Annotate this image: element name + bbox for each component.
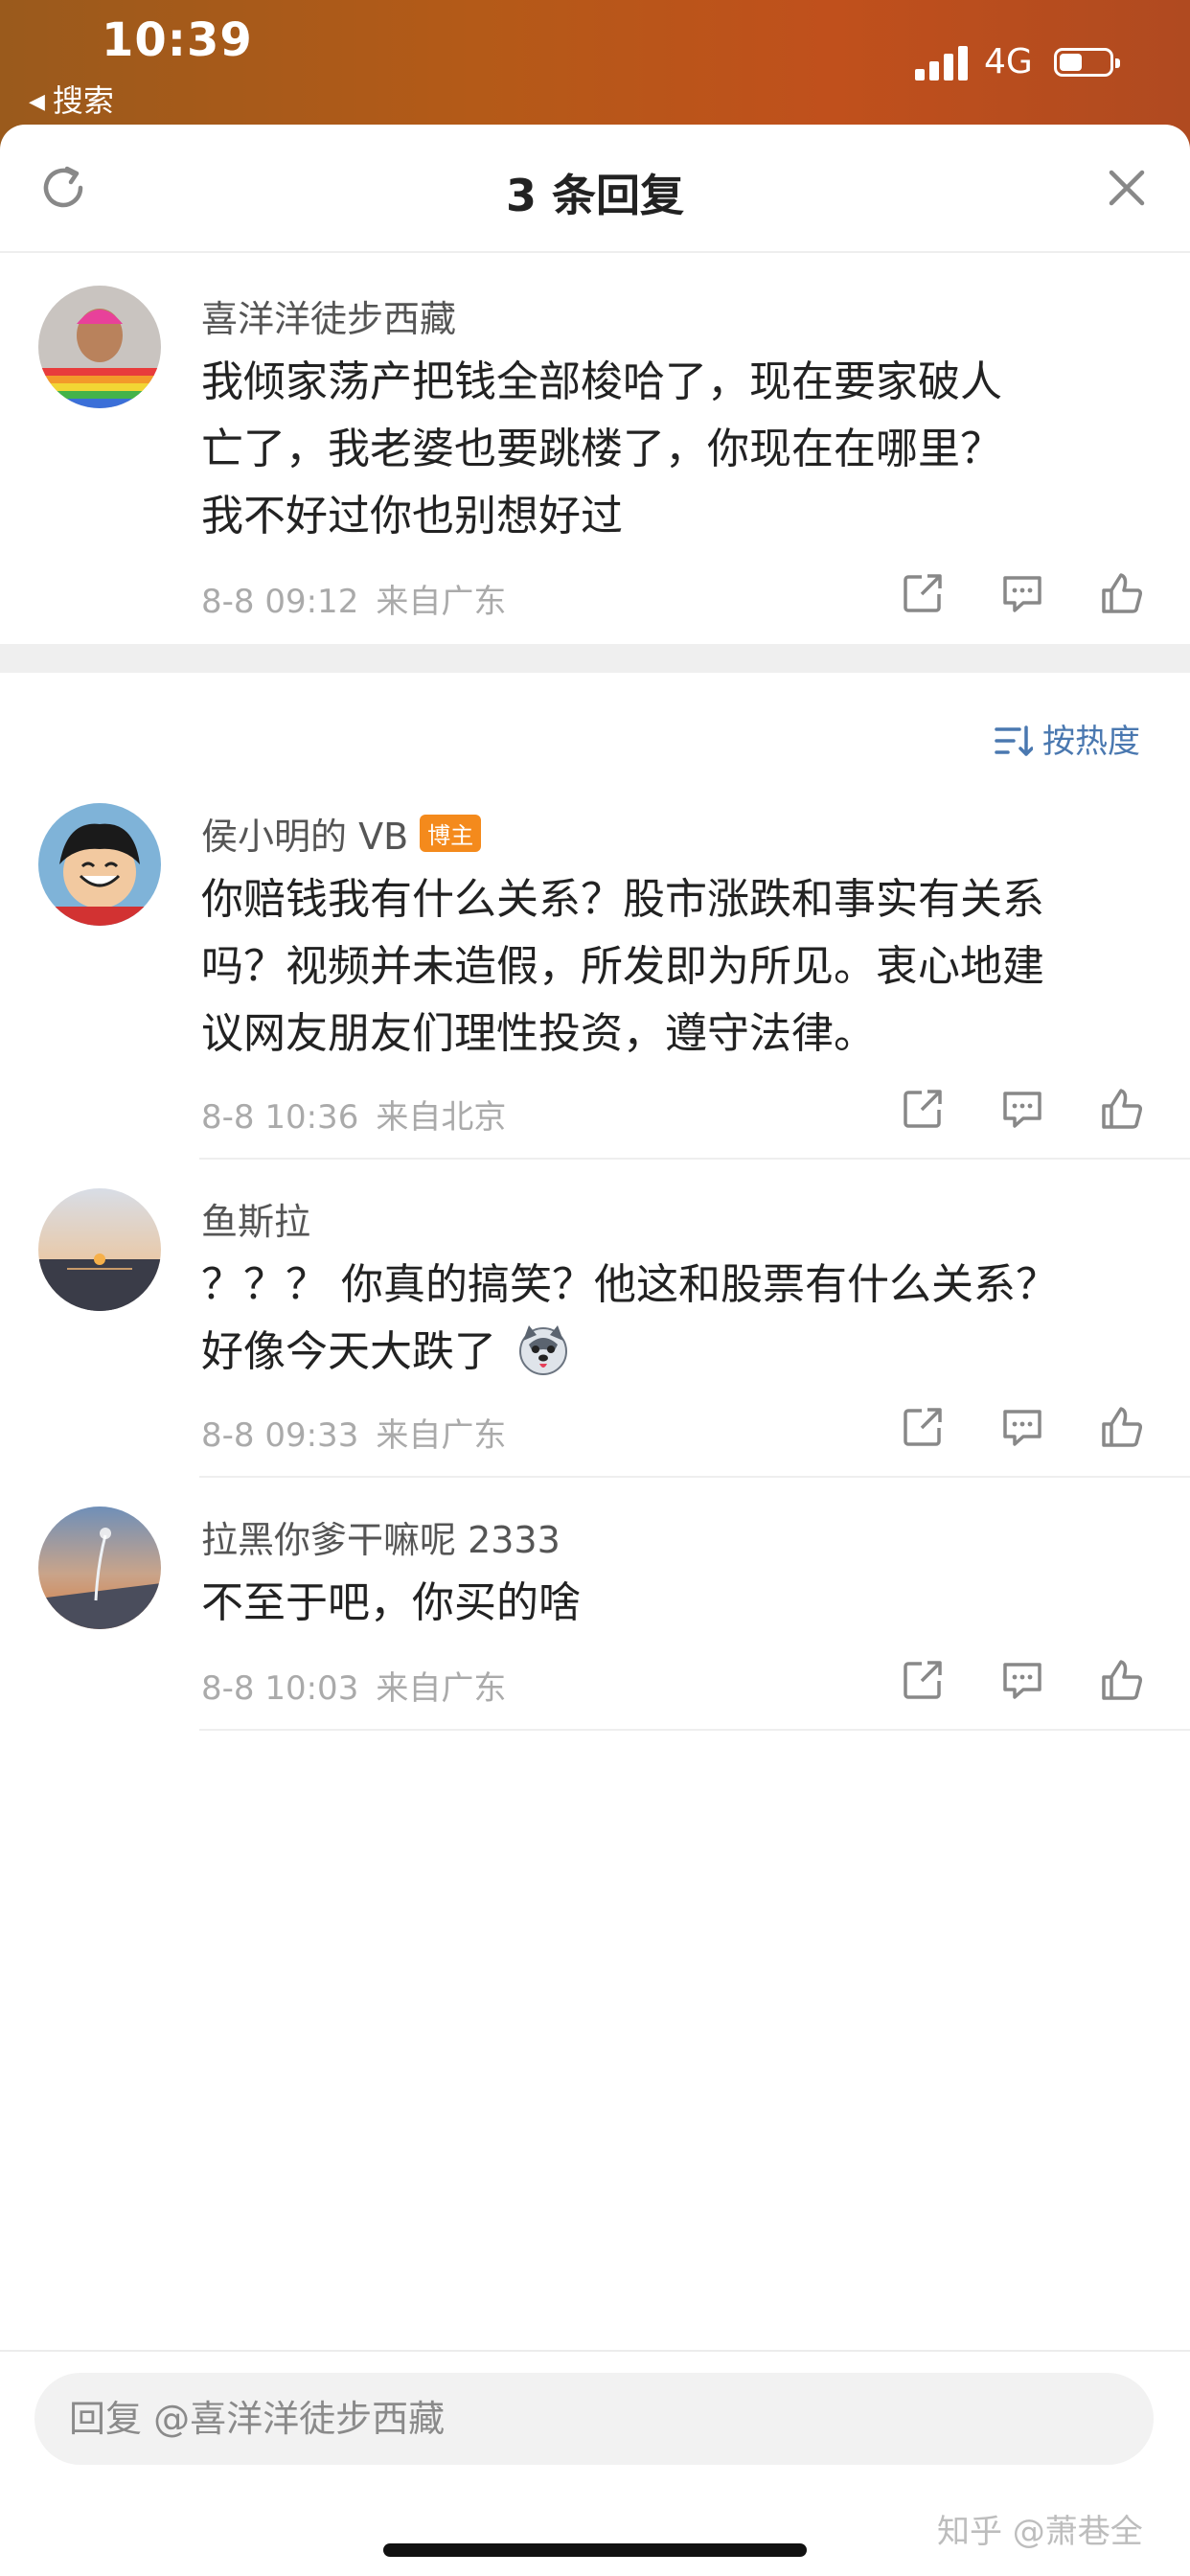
share-icon[interactable] [901,1658,945,1702]
comment-date: 8-8 09:12 [201,583,359,621]
comment-actions [901,1405,1150,1453]
comment-actions [901,571,1150,619]
comment-line: 不至于吧，你买的啥 [201,1578,581,1627]
divider [199,1729,1190,1731]
husky-emoji [519,1325,567,1375]
battery-level [1060,54,1082,71]
battery-icon [1054,48,1120,77]
share-icon[interactable] [901,1087,945,1131]
share-icon[interactable] [901,571,945,615]
cellular-signal-icon [915,46,968,80]
author-name: 侯小明的 VB [201,816,409,858]
comment-line: 我不好过你也别想好过 [201,492,623,540]
comment-date: 8-8 09:33 [201,1416,359,1455]
divider [199,1158,1190,1160]
comment-meta: 8-8 10:36 来自北京 [201,1091,506,1138]
comment-actions [901,1087,1150,1135]
close-icon[interactable] [1104,165,1150,211]
comment-actions [901,1658,1150,1706]
avatar[interactable] [38,803,161,926]
comment-line: 好像今天大跌了 [201,1319,1159,1386]
comment-location: 来自广东 [376,1669,507,1708]
comment-text: 不至于吧，你买的啥 [201,1570,1159,1637]
back-triangle-icon: ◀ [29,90,45,114]
comment-line: 议网友朋友们理性投资，遵守法律。 [201,1009,876,1058]
comment-text: 你赔钱我有什么关系？股市涨跌和事实有关系 吗？视频并未造假，所发即为所见。衷心地… [201,866,1159,1068]
comment-line: 吗？视频并未造假，所发即为所见。衷心地建 [201,942,1044,991]
share-icon[interactable] [901,1405,945,1449]
home-indicator[interactable] [383,2543,807,2557]
reply-bar: 知乎 @萧巷全 [0,2350,1190,2576]
like-icon[interactable] [1100,1087,1144,1131]
comment-meta: 8-8 09:33 来自广东 [201,1409,506,1456]
status-bar: 10:39 ◀ 搜索 4G [0,0,1190,125]
comment-author[interactable]: 喜洋洋徒步西藏 [201,289,456,342]
back-app-label: 搜索 [52,82,114,119]
comment-line: 我倾家荡产把钱全部梭哈了，现在要家破人 [201,357,1002,406]
like-icon[interactable] [1100,1405,1144,1449]
divider [199,1476,1190,1478]
comment-line-text: 好像今天大跌了 [201,1327,496,1376]
comment-location: 来自北京 [376,1098,507,1137]
comment-meta: 8-8 10:03 来自广东 [201,1662,506,1709]
sort-by-hotness-button[interactable]: 按热度 [995,715,1140,762]
comment-location: 来自广东 [376,1416,507,1455]
like-icon[interactable] [1100,1658,1144,1702]
author-badge: 博主 [420,815,482,852]
sort-label: 按热度 [1042,723,1140,761]
comment-line: ？？？ 你真的搞笑？他这和股票有什么关系？ [201,1260,1058,1309]
watermark: 知乎 @萧巷全 [937,2513,1143,2551]
comment-icon[interactable] [1000,1658,1044,1702]
like-icon[interactable] [1100,571,1144,615]
back-to-search-link[interactable]: ◀ 搜索 [29,77,114,121]
sort-icon [995,725,1034,756]
comment-icon[interactable] [1000,571,1044,615]
comment-date: 8-8 10:36 [201,1098,359,1137]
comment-icon[interactable] [1000,1405,1044,1449]
comment-icon[interactable] [1000,1087,1044,1131]
sheet-title: 3 条回复 [505,170,685,221]
comment-text: 我倾家荡产把钱全部梭哈了，现在要家破人 亡了，我老婆也要跳楼了，你现在在哪里？ … [201,349,1159,550]
comment-text: ？？？ 你真的搞笑？他这和股票有什么关系？ 好像今天大跌了 [201,1252,1159,1386]
section-separator [0,644,1190,673]
comment-line: 你赔钱我有什么关系？股市涨跌和事实有关系 [201,875,1044,924]
sheet-header: 3 条回复 [0,125,1190,253]
avatar[interactable] [38,286,161,408]
comment-line: 亡了，我老婆也要跳楼了，你现在在哪里？ [201,425,1002,473]
comment-author[interactable]: 拉黑你爹干嘛呢 2333 [201,1510,561,1563]
network-type: 4G [984,42,1033,81]
comment-meta: 8-8 09:12 来自广东 [201,575,506,622]
status-time: 10:39 [102,13,253,67]
comment-author[interactable]: 侯小明的 VB 博主 [201,807,482,860]
comment-author[interactable]: 鱼斯拉 [201,1192,310,1245]
avatar[interactable] [38,1506,161,1629]
replies-sheet: 3 条回复 喜洋洋徒步西藏 我倾家荡产把钱全部梭哈了，现在要家破人 亡了，我老婆… [0,125,1190,2576]
battery-cap [1115,58,1120,68]
avatar[interactable] [38,1188,161,1311]
comment-location: 来自广东 [376,583,507,621]
reply-input[interactable] [34,2373,1154,2465]
comment-date: 8-8 10:03 [201,1669,359,1708]
